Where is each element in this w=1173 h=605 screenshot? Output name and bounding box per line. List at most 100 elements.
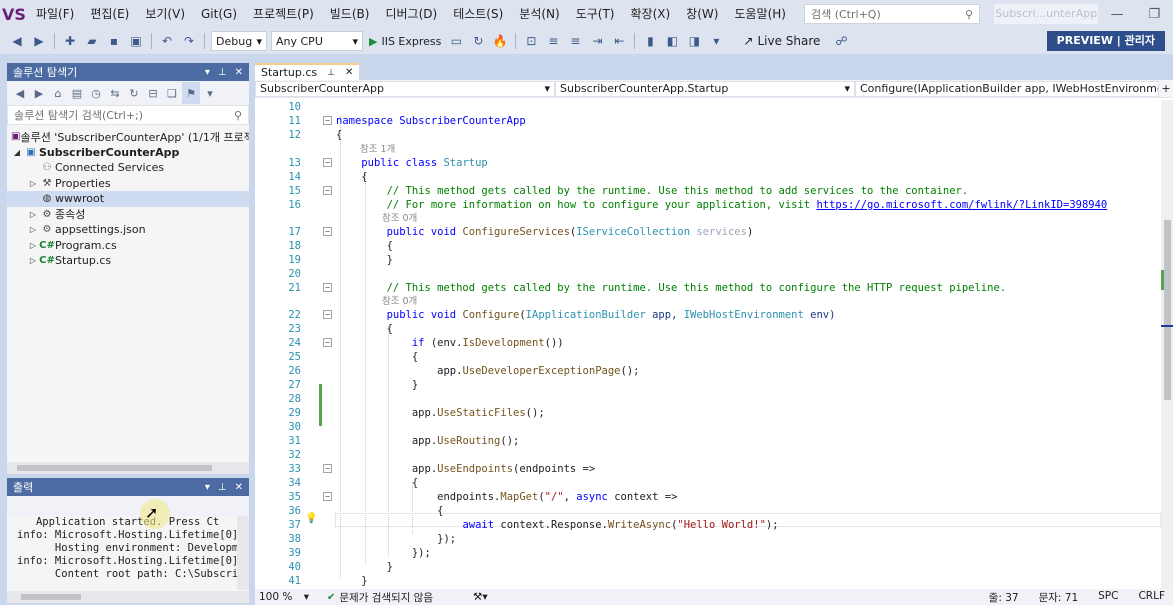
home-icon[interactable]: ⌂ (49, 82, 67, 104)
menu-git[interactable]: Git(G) (193, 0, 245, 28)
fold-icon[interactable]: − (323, 310, 332, 319)
tree-item-dependencies[interactable]: ▷ ⚙ 종속성 (7, 207, 249, 223)
hot-reload-icon[interactable]: 🔥 (489, 30, 511, 52)
platform-select[interactable]: Any CPU ▾ (271, 31, 363, 51)
panel-options-icon[interactable]: ▾ (205, 67, 210, 78)
outdent-icon[interactable]: ⇤ (608, 30, 630, 52)
close-tab-icon[interactable]: ✕ (345, 67, 353, 78)
panel-options-icon[interactable]: ▾ (205, 482, 210, 493)
expand-down-icon[interactable]: ◢ (11, 148, 23, 157)
tree-item-program-cs[interactable]: ▷ C# Program.cs (7, 238, 249, 254)
run-button[interactable]: ▶ IIS Express (365, 30, 445, 52)
comment-icon[interactable]: ≡ (542, 30, 564, 52)
history-icon[interactable]: ◷ (87, 82, 105, 104)
issues-indicator[interactable]: ✔ 문제가 검색되지 않음 (327, 590, 433, 605)
sync-icon[interactable]: ⇆ (106, 82, 124, 104)
screenshot-icon[interactable]: ⊡ (520, 30, 542, 52)
nav-member-select[interactable]: Configure(IApplicationBuilder app, IWebH… (855, 80, 1159, 97)
menu-view[interactable]: 보기(V) (137, 0, 193, 28)
fold-icon[interactable]: − (323, 116, 332, 125)
show-all-files-icon[interactable]: ❏ (163, 82, 181, 104)
tree-item-properties[interactable]: ▷ ⚒ Properties (7, 176, 249, 192)
preview-admin-badge[interactable]: PREVIEW | 관리자 (1046, 31, 1165, 51)
menu-project[interactable]: 프로젝트(P) (245, 0, 322, 28)
fold-icon[interactable]: − (323, 186, 332, 195)
save-all-icon[interactable]: ▣ (125, 30, 147, 52)
uncomment-icon[interactable]: ≡ (564, 30, 586, 52)
pin-icon[interactable]: ⊥ (327, 68, 335, 78)
fold-icon[interactable]: − (323, 492, 332, 501)
menu-build[interactable]: 빌드(B) (322, 0, 378, 28)
menu-help[interactable]: 도움말(H) (726, 0, 794, 28)
undo-icon[interactable]: ↶ (156, 30, 178, 52)
menu-analyze[interactable]: 분석(N) (511, 0, 567, 28)
browser-icon[interactable]: ▭ (445, 30, 467, 52)
solution-explorer-search-input[interactable]: 솔루션 탐색기 검색(Ctrl+;) ⚲ (7, 105, 249, 125)
code-cleanup-icon[interactable]: ⚒▾ (473, 591, 488, 603)
menu-debug[interactable]: 디버그(D) (377, 0, 445, 28)
redo-icon[interactable]: ↷ (178, 30, 200, 52)
open-folder-icon[interactable]: ▰ (81, 30, 103, 52)
save-icon[interactable]: ▪ (103, 30, 125, 52)
fwlink-link[interactable]: https://go.microsoft.com/fwlink/?LinkID=… (816, 199, 1107, 211)
horizontal-scrollbar[interactable] (7, 591, 249, 603)
expand-right-icon[interactable]: ▷ (27, 225, 39, 234)
fold-icon[interactable]: − (323, 227, 332, 236)
fold-icon[interactable]: − (323, 464, 332, 473)
code-view[interactable]: 💡 10 11− namespace SubscriberCounterApp 1… (255, 100, 1161, 590)
horizontal-scrollbar[interactable] (7, 462, 249, 474)
scrollbar-thumb[interactable] (1164, 220, 1171, 400)
pin-icon[interactable]: ⊥ (218, 67, 227, 78)
menu-window[interactable]: 창(W) (678, 0, 726, 28)
vertical-scrollbar[interactable] (237, 516, 249, 590)
switch-views-icon[interactable]: ▤ (68, 82, 86, 104)
menu-edit[interactable]: 편집(E) (82, 0, 137, 28)
fold-icon[interactable]: − (323, 283, 332, 292)
refresh-icon[interactable]: ↻ (467, 30, 489, 52)
forward-icon[interactable]: ▶ (30, 82, 48, 104)
tab-startup-cs[interactable]: Startup.cs ⊥ ✕ (255, 63, 360, 80)
new-project-icon[interactable]: ✚ (59, 30, 81, 52)
minimize-icon[interactable]: — (1098, 7, 1135, 22)
next-bookmark-icon[interactable]: ◨ (683, 30, 705, 52)
preview-icon[interactable]: ⚑ (182, 82, 200, 104)
close-icon[interactable]: ✕ (235, 482, 243, 493)
code-lens-reference[interactable]: 참조 1개 (360, 144, 395, 155)
back-icon[interactable]: ◀ (6, 30, 28, 52)
se-toolbar-overflow-icon[interactable]: ▾ (201, 82, 219, 104)
menu-file[interactable]: 파일(F) (28, 0, 82, 28)
nav-class-select[interactable]: SubscriberCounterApp.Startup ▾ (555, 80, 855, 97)
solution-name-badge[interactable]: Subscri...unterApp (994, 4, 1099, 24)
tree-item-solution[interactable]: ▣ 솔루션 'SubscriberCounterApp' (1/1개 프로젝트) (7, 129, 249, 145)
nav-project-select[interactable]: SubscriberCounterApp ▾ (255, 80, 555, 97)
forward-icon[interactable]: ▶ (28, 30, 50, 52)
split-icon[interactable]: + (1159, 82, 1173, 95)
expand-right-icon[interactable]: ▷ (27, 179, 39, 188)
pin-icon[interactable]: ⊥ (218, 482, 227, 493)
toolbar-overflow-icon[interactable]: ▾ (705, 30, 727, 52)
global-search-input[interactable]: 검색 (Ctrl+Q) ⚲ (803, 4, 981, 24)
prev-bookmark-icon[interactable]: ◧ (661, 30, 683, 52)
editor-vertical-scrollbar[interactable] (1161, 100, 1173, 590)
expand-right-icon[interactable]: ▷ (27, 256, 39, 265)
tree-item-project[interactable]: ◢ ▣ SubscriberCounterApp (7, 145, 249, 161)
menu-test[interactable]: 테스트(S) (445, 0, 511, 28)
code-lens-reference[interactable]: 참조 0개 (382, 296, 417, 307)
tree-item-connected-services[interactable]: ⚇ Connected Services (7, 160, 249, 176)
line-ending[interactable]: CRLF (1138, 590, 1165, 605)
bookmark-icon[interactable]: ▮ (639, 30, 661, 52)
expand-right-icon[interactable]: ▷ (27, 210, 39, 219)
output-log[interactable]: Application started. Press Ct info: Micro… (7, 516, 249, 602)
tree-item-wwwroot[interactable]: ◍ wwwroot (7, 191, 249, 207)
whitespace-mode[interactable]: SPC (1098, 590, 1118, 605)
fold-icon[interactable]: − (323, 338, 332, 347)
live-share-button[interactable]: ↗ Live Share (743, 34, 820, 48)
menu-tools[interactable]: 도구(T) (568, 0, 623, 28)
tree-item-startup-cs[interactable]: ▷ C# Startup.cs (7, 253, 249, 269)
indent-icon[interactable]: ⇥ (586, 30, 608, 52)
code-lens-reference[interactable]: 참조 0개 (382, 213, 417, 224)
scrollbar-thumb[interactable] (21, 594, 81, 600)
scrollbar-thumb[interactable] (17, 465, 212, 471)
close-icon[interactable]: ✕ (235, 67, 243, 78)
refresh-icon[interactable]: ↻ (125, 82, 143, 104)
